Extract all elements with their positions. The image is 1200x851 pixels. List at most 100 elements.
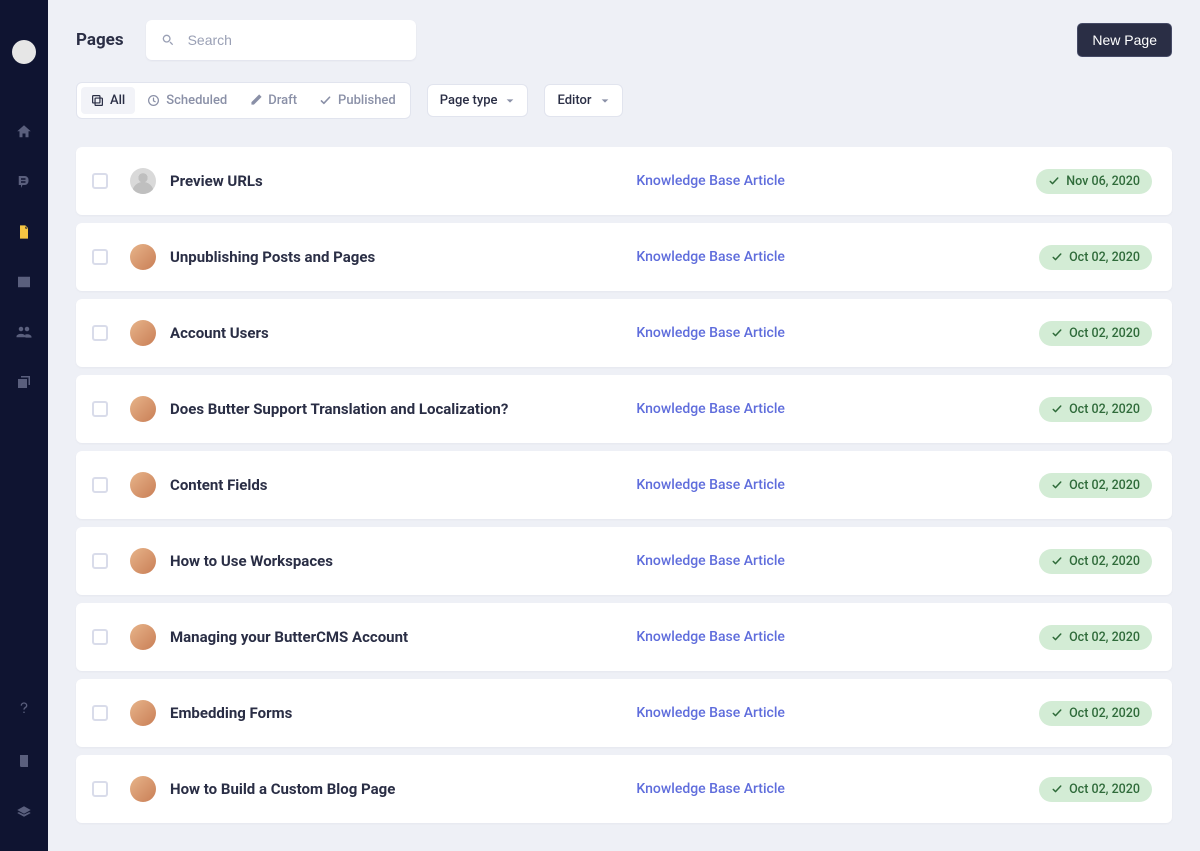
row-checkbox[interactable] xyxy=(92,553,108,569)
sidebar xyxy=(0,0,48,851)
check-icon xyxy=(1051,327,1063,339)
image-icon xyxy=(15,273,33,291)
page-list: Preview URLsKnowledge Base ArticleNov 06… xyxy=(76,147,1172,823)
check-icon xyxy=(1051,403,1063,415)
status-date: Oct 02, 2020 xyxy=(1069,554,1140,569)
pencil-icon xyxy=(249,94,262,107)
row-checkbox[interactable] xyxy=(92,705,108,721)
new-page-button[interactable]: New Page xyxy=(1077,23,1172,57)
sidebar-item-collections[interactable] xyxy=(14,372,34,392)
page-row[interactable]: Embedding FormsKnowledge Base Article Oct… xyxy=(76,679,1172,747)
row-checkbox[interactable] xyxy=(92,401,108,417)
sidebar-item-pages[interactable] xyxy=(14,222,34,242)
profile-avatar[interactable] xyxy=(12,40,36,64)
book-icon xyxy=(16,752,32,770)
chevron-down-icon xyxy=(600,96,610,106)
status-date: Oct 02, 2020 xyxy=(1069,402,1140,417)
check-icon xyxy=(1051,251,1063,263)
page-row[interactable]: Content FieldsKnowledge Base ArticleOct … xyxy=(76,451,1172,519)
sidebar-item-media[interactable] xyxy=(14,272,34,292)
page-type-link[interactable]: Knowledge Base Article xyxy=(636,325,1039,341)
page-row-title: How to Use Workspaces xyxy=(170,552,636,570)
sidebar-item-help[interactable] xyxy=(14,699,34,719)
page-row-title: Does Butter Support Translation and Loca… xyxy=(170,400,636,418)
sidebar-item-home[interactable] xyxy=(14,122,34,142)
sidebar-item-docs[interactable] xyxy=(14,751,34,771)
status-badge: Oct 02, 2020 xyxy=(1039,549,1152,574)
status-tab-all[interactable]: All xyxy=(81,87,135,114)
check-icon xyxy=(1051,555,1063,567)
status-date: Oct 02, 2020 xyxy=(1069,782,1140,797)
status-filter-group: All Scheduled Draft Published xyxy=(76,82,411,119)
check-icon xyxy=(1051,783,1063,795)
sidebar-item-users[interactable] xyxy=(14,322,34,342)
row-checkbox[interactable] xyxy=(92,249,108,265)
page-row[interactable]: Does Butter Support Translation and Loca… xyxy=(76,375,1172,443)
page-row[interactable]: How to Use WorkspacesKnowledge Base Arti… xyxy=(76,527,1172,595)
editor-dropdown[interactable]: Editor xyxy=(544,84,622,117)
status-tab-draft[interactable]: Draft xyxy=(239,87,307,114)
sidebar-item-layers[interactable] xyxy=(14,803,34,823)
page-row-title: Managing your ButterCMS Account xyxy=(170,628,636,646)
page-type-link[interactable]: Knowledge Base Article xyxy=(636,173,1036,189)
row-checkbox[interactable] xyxy=(92,325,108,341)
search-box[interactable] xyxy=(146,20,416,60)
status-date: Oct 02, 2020 xyxy=(1069,250,1140,265)
page-row-title: How to Build a Custom Blog Page xyxy=(170,780,636,798)
dropdown-label: Page type xyxy=(440,93,498,108)
sidebar-bottom xyxy=(14,699,34,851)
page-type-link[interactable]: Knowledge Base Article xyxy=(636,401,1039,417)
status-badge: Oct 02, 2020 xyxy=(1039,473,1152,498)
sidebar-nav xyxy=(14,122,34,392)
page-type-link[interactable]: Knowledge Base Article xyxy=(636,705,1039,721)
page-type-link[interactable]: Knowledge Base Article xyxy=(636,629,1039,645)
page-row-title: Unpublishing Posts and Pages xyxy=(170,248,636,266)
author-avatar xyxy=(130,776,156,802)
author-avatar xyxy=(130,548,156,574)
status-badge: Oct 02, 2020 xyxy=(1039,701,1152,726)
sidebar-item-blog[interactable] xyxy=(14,172,34,192)
check-icon xyxy=(319,94,332,107)
row-checkbox[interactable] xyxy=(92,781,108,797)
row-checkbox[interactable] xyxy=(92,173,108,189)
page-type-dropdown[interactable]: Page type xyxy=(427,84,529,117)
search-input[interactable] xyxy=(188,32,402,48)
layers-icon xyxy=(15,804,33,822)
row-checkbox[interactable] xyxy=(92,629,108,645)
status-badge: Oct 02, 2020 xyxy=(1039,777,1152,802)
author-avatar xyxy=(130,320,156,346)
status-date: Oct 02, 2020 xyxy=(1069,706,1140,721)
page-row[interactable]: Preview URLsKnowledge Base Article Nov 06… xyxy=(76,147,1172,215)
page-type-link[interactable]: Knowledge Base Article xyxy=(636,553,1039,569)
page-row-title: Embedding Forms xyxy=(170,704,636,722)
status-tab-published[interactable]: Published xyxy=(309,87,406,114)
author-avatar xyxy=(130,244,156,270)
stack-icon xyxy=(91,94,104,107)
file-icon xyxy=(16,223,32,241)
page-row-title: Preview URLs xyxy=(170,172,636,190)
page-row[interactable]: Managing your ButterCMS AccountKnowledge… xyxy=(76,603,1172,671)
help-icon xyxy=(16,699,32,719)
status-badge: Oct 02, 2020 xyxy=(1039,625,1152,650)
page-type-link[interactable]: Knowledge Base Article xyxy=(636,477,1039,493)
status-badge: Oct 02, 2020 xyxy=(1039,245,1152,270)
main-content: Pages New Page All Scheduled Dr xyxy=(48,0,1200,851)
page-row[interactable]: How to Build a Custom Blog PageKnowledge… xyxy=(76,755,1172,823)
page-row[interactable]: Unpublishing Posts and PagesKnowledge Ba… xyxy=(76,223,1172,291)
page-type-link[interactable]: Knowledge Base Article xyxy=(636,249,1039,265)
page-type-link[interactable]: Knowledge Base Article xyxy=(636,781,1039,797)
check-icon xyxy=(1048,175,1060,187)
page-row[interactable]: Account UsersKnowledge Base ArticleOct 0… xyxy=(76,299,1172,367)
home-icon xyxy=(15,123,33,141)
status-date: Nov 06, 2020 xyxy=(1066,174,1140,189)
status-badge: Oct 02, 2020 xyxy=(1039,321,1152,346)
author-avatar xyxy=(130,472,156,498)
check-icon xyxy=(1051,707,1063,719)
status-tab-scheduled[interactable]: Scheduled xyxy=(137,87,237,114)
dropdown-label: Editor xyxy=(557,93,591,108)
chevron-down-icon xyxy=(505,96,515,106)
header: Pages New Page xyxy=(76,0,1172,82)
status-tab-label: Scheduled xyxy=(166,93,227,108)
check-icon xyxy=(1051,479,1063,491)
row-checkbox[interactable] xyxy=(92,477,108,493)
